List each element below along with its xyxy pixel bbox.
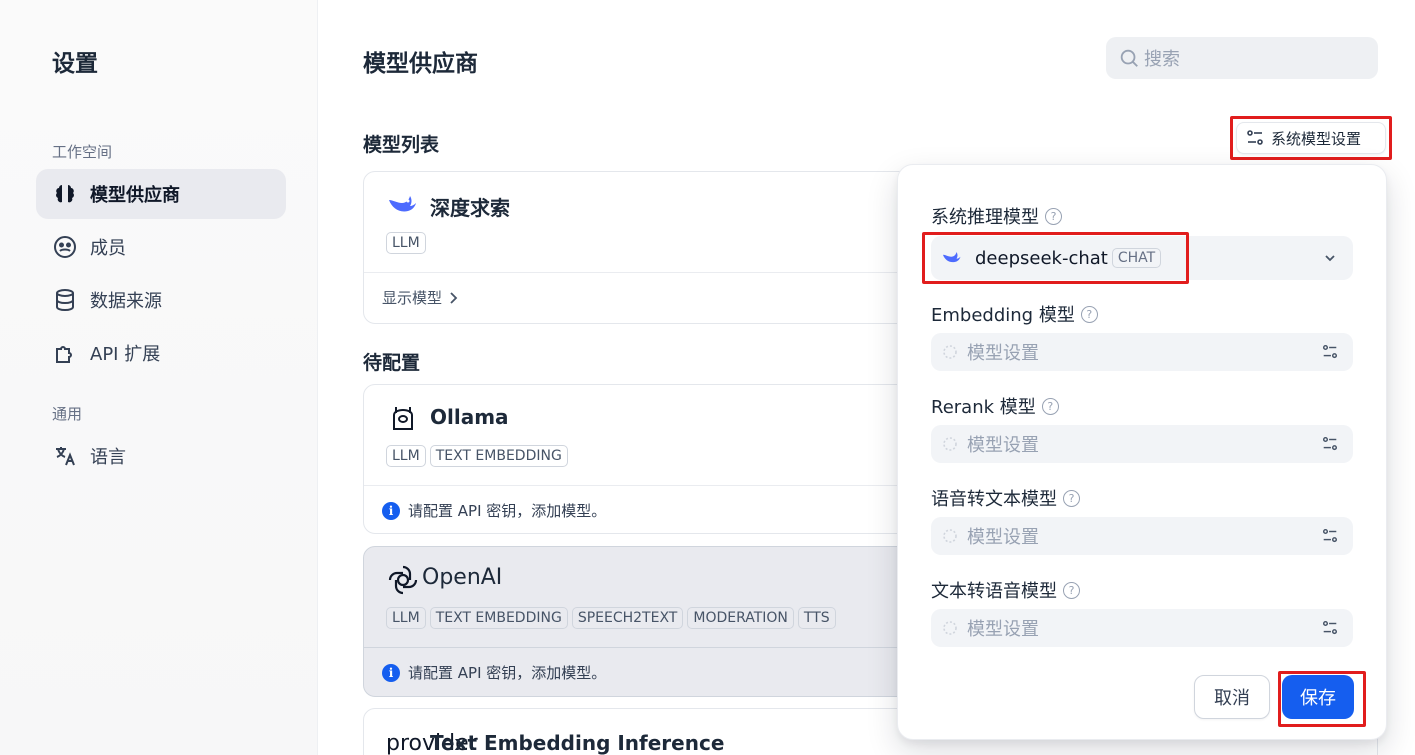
general-section-label: 通用 (52, 405, 83, 423)
speech-to-text-model-select[interactable]: 模型设置 (931, 517, 1353, 555)
tag-moderation: MODERATION (687, 607, 794, 629)
help-icon[interactable]: ? (1041, 397, 1059, 415)
sidebar-item-label: 数据来源 (90, 291, 162, 312)
cancel-button[interactable]: 取消 (1194, 675, 1270, 719)
openai-logo-icon (386, 563, 420, 597)
rerank-model-label: Rerank 模型 ? (931, 393, 1059, 419)
settings-sliders-icon (1321, 343, 1339, 361)
help-icon[interactable]: ? (1080, 305, 1098, 323)
info-icon: i (382, 501, 400, 520)
sidebar-item-label: 成员 (90, 238, 126, 259)
members-icon (52, 234, 78, 260)
model-setting-placeholder: 模型设置 (967, 527, 1039, 548)
tag-text-embedding: TEXT EMBEDDING (429, 445, 568, 467)
settings-sliders-icon (1321, 435, 1339, 453)
provider-tags: LLM TEXT EMBEDDING SPEECH2TEXT MODERATIO… (386, 607, 836, 629)
system-model-button-highlight: 系统模型设置 (1230, 116, 1392, 160)
page-title: 模型供应商 (363, 51, 478, 77)
model-setting-placeholder: 模型设置 (967, 343, 1039, 364)
tag-speech2text: SPEECH2TEXT (571, 607, 684, 629)
search-placeholder: 搜索 (1144, 49, 1180, 70)
cube-placeholder-icon (941, 343, 959, 361)
search-input[interactable]: 搜索 (1106, 37, 1378, 79)
rerank-model-select[interactable]: 模型设置 (931, 425, 1353, 463)
sidebar-item-model-provider[interactable]: 模型供应商 (36, 169, 286, 219)
help-icon[interactable]: ? (1045, 207, 1062, 225)
reasoning-model-select[interactable]: deepseek-chat CHAT (931, 236, 1353, 280)
reasoning-model-label: 系统推理模型 ? (931, 203, 1062, 229)
info-icon: i (382, 663, 400, 682)
help-icon[interactable]: ? (1063, 581, 1080, 599)
model-type-tag: CHAT (1111, 248, 1162, 268)
tag-tts: TTS (797, 607, 836, 629)
config-hint: 请配置 API 密钥，添加模型。 (408, 664, 607, 682)
sidebar-item-data-source[interactable]: 数据来源 (36, 275, 286, 325)
text-to-speech-model-label: 文本转语音模型 ? (931, 577, 1080, 603)
embedding-model-label-text: Embedding 模型 (931, 305, 1075, 326)
app: 设置 工作空间 模型供应商 成员 数据来源 API 扩展 通用 语言 模型供应商… (0, 0, 1415, 755)
sidebar-item-label: 语言 (90, 447, 126, 468)
workspace-section-label: 工作空间 (52, 143, 113, 161)
sidebar: 设置 工作空间 模型供应商 成员 数据来源 API 扩展 通用 语言 (0, 0, 318, 755)
config-hint: 请配置 API 密钥，添加模型。 (408, 502, 607, 520)
sidebar-item-label: 模型供应商 (90, 185, 180, 206)
system-model-settings-button[interactable]: 系统模型设置 (1236, 122, 1386, 154)
provider-name: OpenAI (422, 565, 503, 590)
tag-llm: LLM (386, 445, 426, 467)
model-setting-placeholder: 模型设置 (967, 619, 1039, 640)
database-icon (52, 287, 78, 313)
settings-sliders-icon (1321, 619, 1339, 637)
puzzle-icon (52, 340, 78, 366)
reasoning-model-label-text: 系统推理模型 (931, 207, 1039, 228)
sidebar-title: 设置 (52, 51, 98, 77)
tag-llm: LLM (386, 607, 426, 629)
chevron-right-icon (448, 291, 458, 305)
brain-icon (52, 181, 78, 207)
ollama-llama-icon (386, 401, 420, 435)
settings-sliders-icon (1321, 527, 1339, 545)
settings-sliders-icon (1245, 128, 1265, 148)
sidebar-item-members[interactable]: 成员 (36, 222, 286, 272)
cube-placeholder-icon (941, 527, 959, 545)
show-models-label: 显示模型 (382, 289, 443, 307)
provider-tags: LLM (386, 232, 426, 254)
chevron-down-icon (1321, 249, 1339, 267)
sidebar-item-label: API 扩展 (90, 344, 161, 365)
deepseek-whale-icon (941, 247, 963, 269)
system-model-popover: 系统推理模型 ? deepseek-chat CHAT Embedding 模型… (897, 164, 1387, 740)
cube-placeholder-icon (941, 619, 959, 637)
pending-config-heading: 待配置 (363, 352, 421, 374)
sidebar-item-language[interactable]: 语言 (36, 431, 286, 481)
provider-name: Text Embedding Inference (430, 731, 725, 755)
provider-name: Ollama (430, 405, 509, 429)
deepseek-whale-icon (386, 188, 420, 222)
rerank-model-label-text: Rerank 模型 (931, 397, 1036, 418)
system-model-settings-label: 系统模型设置 (1271, 129, 1362, 148)
cube-placeholder-icon (941, 435, 959, 453)
provider-tags: LLM TEXT EMBEDDING (386, 445, 568, 467)
text-to-speech-model-select[interactable]: 模型设置 (931, 609, 1353, 647)
provider-name: 深度求索 (430, 196, 510, 220)
speech-to-text-label-text: 语音转文本模型 (931, 489, 1057, 510)
search-icon (1118, 47, 1140, 69)
speech-to-text-model-label: 语音转文本模型 ? (931, 485, 1080, 511)
save-button[interactable]: 保存 (1282, 675, 1354, 719)
tag-text-embedding: TEXT EMBEDDING (429, 607, 568, 629)
model-setting-placeholder: 模型设置 (967, 435, 1039, 456)
model-list-heading: 模型列表 (363, 134, 440, 156)
translate-icon (52, 443, 78, 469)
tag-llm: LLM (386, 232, 426, 254)
embedding-model-label: Embedding 模型 ? (931, 301, 1098, 327)
sidebar-item-api-extension[interactable]: API 扩展 (36, 328, 286, 378)
text-to-speech-label-text: 文本转语音模型 (931, 581, 1057, 602)
help-icon[interactable]: ? (1063, 489, 1080, 507)
embedding-model-select[interactable]: 模型设置 (931, 333, 1353, 371)
selected-model-name: deepseek-chat (975, 247, 1108, 269)
